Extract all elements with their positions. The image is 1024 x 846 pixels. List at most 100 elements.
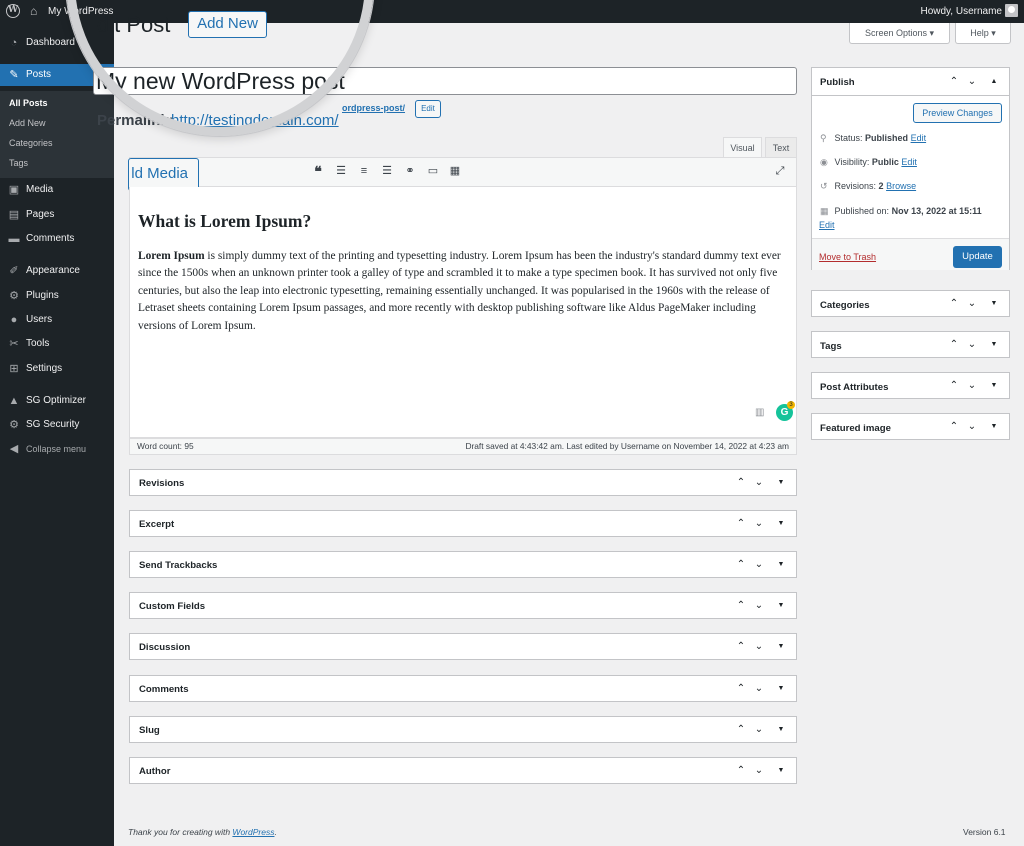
sidebar-item-plugins[interactable]: ⚙ Plugins: [0, 285, 114, 307]
preview-changes-button[interactable]: Preview Changes: [913, 103, 1002, 123]
toggle-caret-icon[interactable]: ▲: [987, 74, 1001, 90]
post-title-input[interactable]: My new WordPress post: [93, 67, 797, 95]
chevron-down-icon[interactable]: ⌄: [965, 74, 979, 90]
align-right-icon[interactable]: ☰: [380, 163, 394, 179]
sidebar-item-tools[interactable]: ✂ Tools: [0, 333, 114, 355]
chevron-up-icon[interactable]: ⌃: [734, 598, 748, 614]
align-left-icon[interactable]: ☰: [334, 163, 348, 179]
toggle-caret-icon[interactable]: ▼: [774, 598, 788, 614]
metabox-send-trackbacks[interactable]: Send Trackbacks ⌃ ⌄ ▼: [129, 551, 797, 578]
chevron-down-icon[interactable]: ⌄: [752, 722, 766, 738]
chevron-up-icon[interactable]: ⌃: [734, 475, 748, 491]
home-icon[interactable]: ⌂: [30, 4, 37, 18]
chevron-up-icon[interactable]: ⌃: [947, 419, 961, 435]
permalink-url-link[interactable]: http://testingdomain.com/: [171, 112, 339, 129]
toggle-caret-icon[interactable]: ▼: [774, 557, 788, 573]
permalink-slug-link[interactable]: ordpress-post/: [342, 103, 405, 113]
permalink-edit-button[interactable]: Edit: [415, 100, 441, 118]
revisions-browse-link[interactable]: Browse: [886, 181, 916, 191]
chevron-down-icon[interactable]: ⌄: [965, 337, 979, 353]
editor-content[interactable]: What is Lorem Ipsum? Lorem Ipsum is simp…: [129, 187, 797, 438]
toggle-caret-icon[interactable]: ▼: [987, 419, 1001, 435]
avatar[interactable]: [1005, 4, 1018, 17]
categories-box[interactable]: Categories ⌃ ⌄ ▼: [811, 290, 1010, 317]
update-button[interactable]: Update: [953, 246, 1002, 268]
sidebar-item-label: Pages: [26, 209, 55, 220]
metabox-comments[interactable]: Comments ⌃ ⌄ ▼: [129, 675, 797, 702]
chevron-up-icon[interactable]: ⌃: [947, 296, 961, 312]
featured-image-box[interactable]: Featured image ⌃ ⌄ ▼: [811, 413, 1010, 440]
help-button[interactable]: Help ▾: [955, 23, 1011, 44]
submenu-tags[interactable]: Tags: [9, 158, 28, 168]
toggle-caret-icon[interactable]: ▼: [774, 475, 788, 491]
chevron-up-icon[interactable]: ⌃: [734, 722, 748, 738]
chevron-up-icon[interactable]: ⌃: [734, 639, 748, 655]
chevron-up-icon[interactable]: ⌃: [947, 337, 961, 353]
published-edit-link[interactable]: Edit: [819, 220, 835, 230]
metabox-custom-fields[interactable]: Custom Fields ⌃ ⌄ ▼: [129, 592, 797, 619]
chevron-up-icon[interactable]: ⌃: [947, 378, 961, 394]
fullscreen-icon[interactable]: ⤢: [773, 163, 787, 179]
toggle-caret-icon[interactable]: ▼: [987, 296, 1001, 312]
metabox-author[interactable]: Author ⌃ ⌄ ▼: [129, 757, 797, 784]
metabox-slug[interactable]: Slug ⌃ ⌄ ▼: [129, 716, 797, 743]
sidebar-item-pages[interactable]: ▤ Pages: [0, 204, 114, 226]
sidebar-item-label: Comments: [26, 233, 75, 244]
submenu-all-posts[interactable]: All Posts: [9, 98, 48, 108]
chevron-up-icon[interactable]: ⌃: [734, 681, 748, 697]
chevron-down-icon[interactable]: ⌄: [965, 378, 979, 394]
footer-wordpress-link[interactable]: WordPress: [232, 827, 274, 837]
submenu-categories[interactable]: Categories: [9, 138, 53, 148]
tab-text[interactable]: Text: [765, 137, 797, 158]
chevron-down-icon[interactable]: ⌄: [965, 419, 979, 435]
submenu-add-new[interactable]: Add New: [9, 118, 46, 128]
toggle-caret-icon[interactable]: ▼: [774, 681, 788, 697]
align-center-icon[interactable]: ≡: [357, 163, 371, 179]
chevron-up-icon[interactable]: ⌃: [734, 763, 748, 779]
sidebar-item-users[interactable]: ● Users: [0, 309, 114, 331]
link-icon[interactable]: ⚭: [403, 163, 417, 179]
toggle-caret-icon[interactable]: ▼: [987, 337, 1001, 353]
tab-visual[interactable]: Visual: [723, 137, 762, 158]
chevron-down-icon[interactable]: ⌄: [752, 763, 766, 779]
collapse-icon: ◀: [9, 443, 19, 455]
sidebar-item-sg-optimizer[interactable]: ▲ SG Optimizer: [0, 390, 114, 412]
howdy-user[interactable]: Howdy, Username: [920, 6, 1002, 17]
sidebar-item-sg-security[interactable]: ⚙ SG Security: [0, 414, 114, 436]
visibility-edit-link[interactable]: Edit: [901, 157, 917, 167]
toolbar-toggle-icon[interactable]: ▦: [448, 163, 462, 179]
screen-options-button[interactable]: Screen Options ▾: [849, 23, 950, 44]
chevron-up-icon[interactable]: ⌃: [734, 516, 748, 532]
chevron-down-icon[interactable]: ⌄: [752, 681, 766, 697]
toggle-caret-icon[interactable]: ▼: [774, 639, 788, 655]
toggle-caret-icon[interactable]: ▼: [774, 722, 788, 738]
wordpress-logo-icon[interactable]: W: [6, 4, 20, 18]
sidebar-item-media[interactable]: ▣ Media: [0, 179, 114, 201]
chevron-down-icon[interactable]: ⌄: [752, 639, 766, 655]
editor-plugin-icon[interactable]: ▥: [755, 407, 767, 418]
toggle-caret-icon[interactable]: ▼: [774, 516, 788, 532]
chevron-down-icon[interactable]: ⌄: [965, 296, 979, 312]
tags-box[interactable]: Tags ⌃ ⌄ ▼: [811, 331, 1010, 358]
chevron-down-icon[interactable]: ⌄: [752, 475, 766, 491]
metabox-revisions[interactable]: Revisions ⌃ ⌄ ▼: [129, 469, 797, 496]
chevron-down-icon[interactable]: ⌄: [752, 557, 766, 573]
sidebar-item-comments[interactable]: ▬ Comments: [0, 228, 114, 250]
add-new-button[interactable]: Add New: [188, 11, 267, 38]
post-attributes-box[interactable]: Post Attributes ⌃ ⌄ ▼: [811, 372, 1010, 399]
sidebar-item-appearance[interactable]: ✐ Appearance: [0, 260, 114, 282]
metabox-excerpt[interactable]: Excerpt ⌃ ⌄ ▼: [129, 510, 797, 537]
chevron-up-icon[interactable]: ⌃: [734, 557, 748, 573]
chevron-up-icon[interactable]: ⌃: [947, 74, 961, 90]
move-to-trash-link[interactable]: Move to Trash: [819, 252, 876, 262]
chevron-down-icon[interactable]: ⌄: [752, 516, 766, 532]
toggle-caret-icon[interactable]: ▼: [774, 763, 788, 779]
sidebar-item-settings[interactable]: ⊞ Settings: [0, 358, 114, 380]
metabox-discussion[interactable]: Discussion ⌃ ⌄ ▼: [129, 633, 797, 660]
blockquote-icon[interactable]: ❝: [311, 163, 325, 179]
read-more-icon[interactable]: ▭: [426, 163, 440, 179]
status-edit-link[interactable]: Edit: [911, 133, 927, 143]
chevron-down-icon[interactable]: ⌄: [752, 598, 766, 614]
toggle-caret-icon[interactable]: ▼: [987, 378, 1001, 394]
collapse-menu-button[interactable]: ◀ Collapse menu: [0, 438, 114, 460]
